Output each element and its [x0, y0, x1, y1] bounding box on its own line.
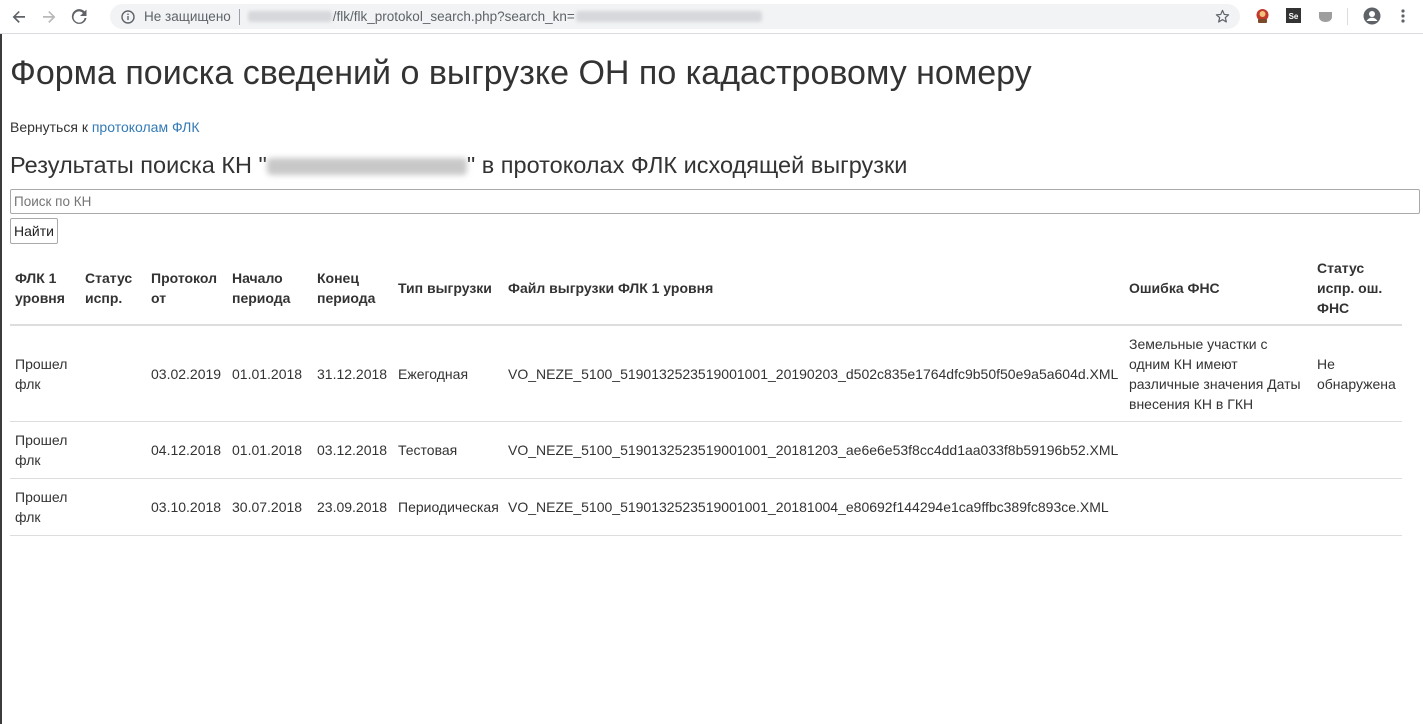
back-arrow-icon[interactable]	[8, 6, 30, 28]
star-icon[interactable]	[1215, 9, 1230, 24]
table-row: Прошел флк 04.12.2018 01.01.2018 03.12.2…	[10, 421, 1402, 479]
cell-fns-status	[1312, 421, 1402, 479]
col-header-status: Статус испр.	[80, 252, 146, 326]
cell-fns-status: Не обнаружена	[1312, 325, 1402, 422]
extension-icon[interactable]	[1317, 7, 1334, 24]
table-row: Прошел флк 03.10.2018 30.07.2018 23.09.2…	[10, 478, 1402, 536]
cell-upload-type: Тестовая	[393, 421, 503, 479]
cell-file: VO_NEZE_5100_5190132523519001001_2018100…	[503, 478, 1124, 536]
back-line: Вернуться к протоколам ФЛК	[10, 119, 199, 135]
cell-period-start: 01.01.2018	[227, 421, 312, 479]
cell-fns-error	[1124, 478, 1312, 536]
col-header-upload-type: Тип выгрузки	[393, 252, 503, 326]
col-header-fns-status: Статус испр. ош. ФНС	[1312, 252, 1402, 326]
selenium-icon[interactable]: Se	[1285, 7, 1302, 24]
profile-icon[interactable]	[1363, 7, 1381, 25]
cell-upload-type: Ежегодная	[393, 325, 503, 422]
col-header-fns-error: Ошибка ФНС	[1124, 252, 1312, 326]
cell-period-end: 31.12.2018	[312, 325, 393, 422]
cell-flk: Прошел флк	[10, 478, 80, 536]
blurred-host	[247, 11, 332, 22]
cell-status	[80, 421, 146, 479]
security-label[interactable]: Не защищено	[144, 9, 231, 24]
cell-period-end: 03.12.2018	[312, 421, 393, 479]
results-heading: Результаты поиска КН " " в протоколах ФЛК…	[10, 152, 907, 179]
address-bar[interactable]: Не защищено /flk/flk_protokol_search.php…	[110, 4, 1240, 29]
url-path: /flk/flk_protokol_search.php?search_kn=	[332, 9, 575, 24]
results-suffix: " в протоколах ФЛК исходящей выгрузки	[466, 152, 908, 178]
page-title: Форма поиска сведений о выгрузке ОН по к…	[10, 54, 1032, 92]
browser-toolbar: Не защищено /flk/flk_protokol_search.php…	[0, 0, 1423, 34]
results-prefix: Результаты поиска КН "	[10, 152, 267, 178]
info-icon[interactable]	[121, 9, 135, 24]
blurred-kn	[266, 158, 467, 176]
cell-file: VO_NEZE_5100_5190132523519001001_2018120…	[503, 421, 1124, 479]
cell-protocol-date: 03.10.2018	[146, 478, 227, 536]
cell-period-start: 30.07.2018	[227, 478, 312, 536]
cell-fns-error: Земельные участки с одним КН имеют разли…	[1124, 325, 1312, 422]
col-header-file: Файл выгрузки ФЛК 1 уровня	[503, 252, 1124, 326]
cell-period-start: 01.01.2018	[227, 325, 312, 422]
cell-protocol-date: 04.12.2018	[146, 421, 227, 479]
cell-flk: Прошел флк	[10, 421, 80, 479]
toolbar-divider	[1347, 8, 1348, 25]
cell-status	[80, 325, 146, 422]
col-header-period-start: Начало периода	[227, 252, 312, 326]
url-text[interactable]: /flk/flk_protokol_search.php?search_kn=	[247, 9, 762, 24]
cell-flk: Прошел флк	[10, 325, 80, 422]
protocols-link[interactable]: протоколам ФЛК	[92, 119, 200, 135]
col-header-period-end: Конец периода	[312, 252, 393, 326]
cell-period-end: 23.09.2018	[312, 478, 393, 536]
col-header-protocol: Протокол от	[146, 252, 227, 326]
cell-fns-status	[1312, 478, 1402, 536]
blurred-query	[575, 11, 762, 22]
back-prefix: Вернуться к	[10, 119, 92, 135]
menu-icon[interactable]	[1398, 7, 1408, 25]
svg-text:Se: Se	[1289, 12, 1299, 21]
cell-protocol-date: 03.02.2019	[146, 325, 227, 422]
results-table: ФЛК 1 уровня Статус испр. Протокол от На…	[10, 252, 1402, 536]
extension-icon[interactable]	[1254, 7, 1271, 24]
cell-file: VO_NEZE_5100_5190132523519001001_2019020…	[503, 325, 1124, 422]
table-row: Прошел флк 03.02.2019 01.01.2018 31.12.2…	[10, 325, 1402, 422]
window-edge	[0, 0, 2, 724]
url-separator	[238, 8, 240, 25]
cell-fns-error	[1124, 421, 1312, 479]
cell-status	[80, 478, 146, 536]
search-input[interactable]	[10, 189, 1420, 214]
col-header-flk: ФЛК 1 уровня	[10, 252, 80, 326]
reload-icon[interactable]	[68, 6, 90, 28]
cell-upload-type: Периодическая	[393, 478, 503, 536]
table-header-row: ФЛК 1 уровня Статус испр. Протокол от На…	[10, 252, 1402, 326]
find-button[interactable]: Найти	[10, 218, 58, 244]
forward-arrow-icon[interactable]	[38, 6, 60, 28]
